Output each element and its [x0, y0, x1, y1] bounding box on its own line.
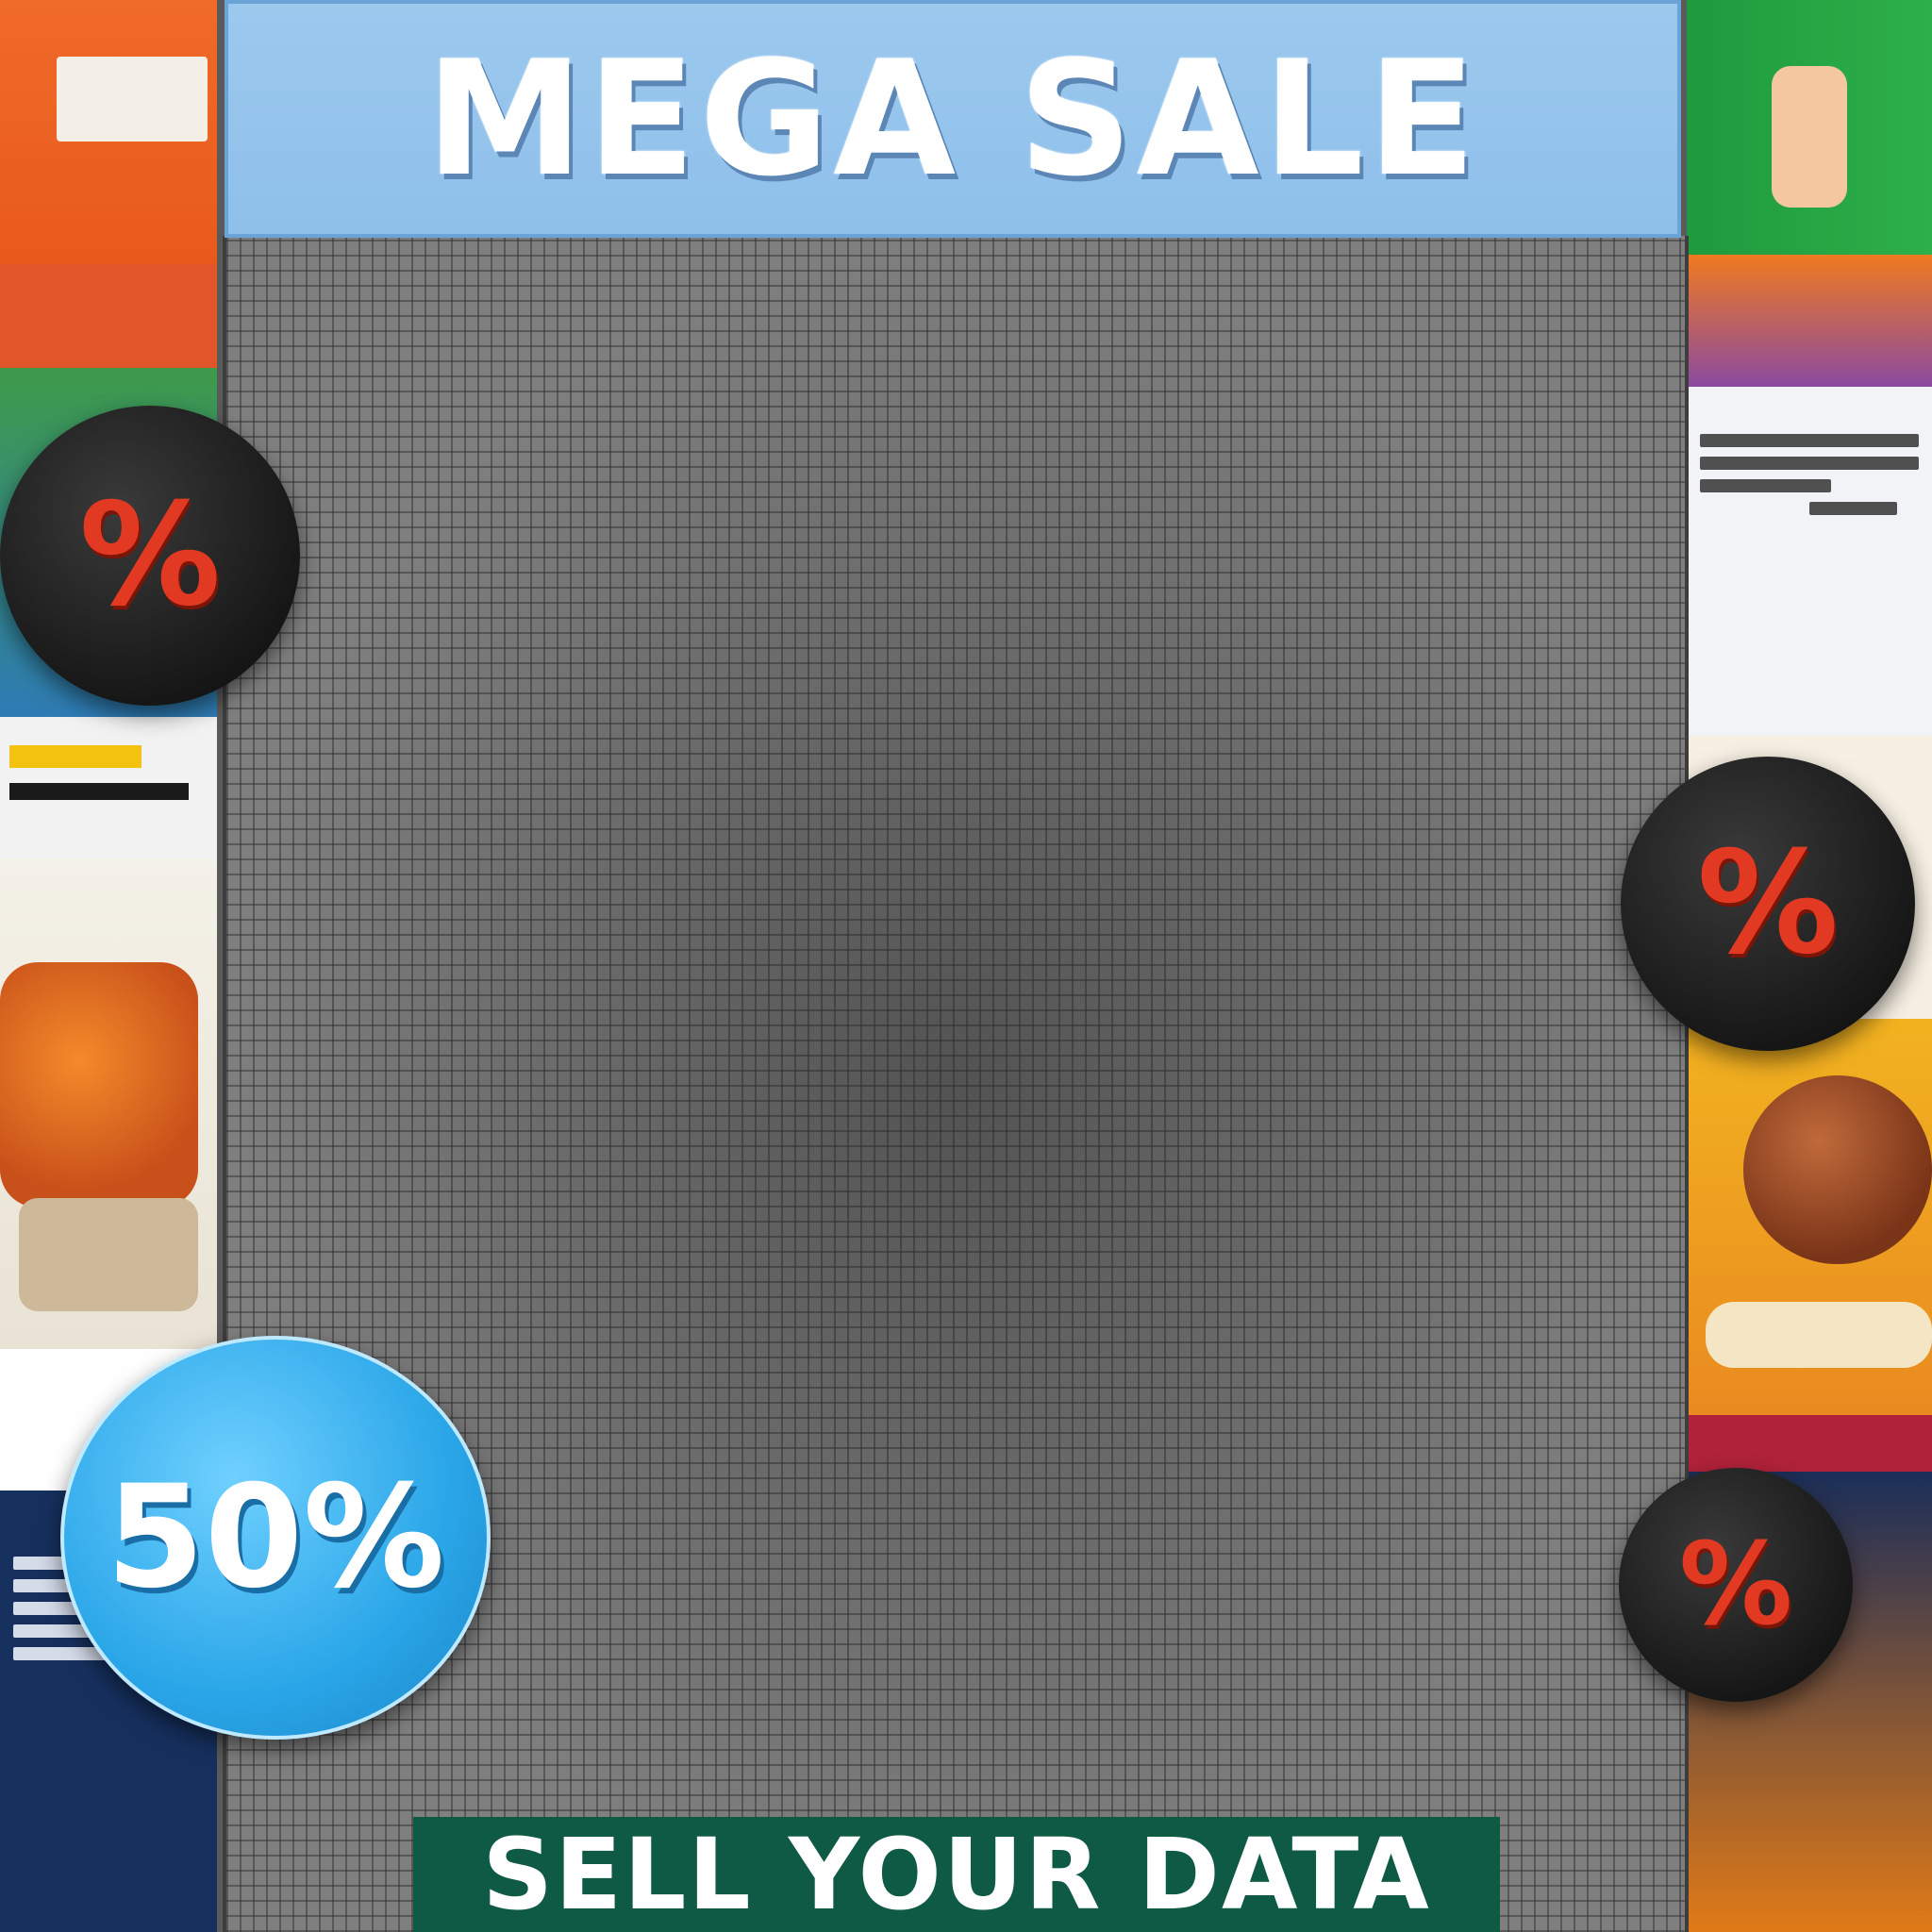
product-ad-tile [1687, 255, 1932, 387]
product-ad-tile [0, 0, 217, 264]
sell-data-banner[interactable]: SELL YOUR DATA [413, 1817, 1500, 1932]
product-ad-tile [0, 264, 217, 368]
header-banner: MEGA SALE [225, 0, 1681, 238]
percent-badge-icon: % [1619, 1468, 1853, 1702]
product-ad-tile [1687, 387, 1932, 736]
textured-placeholder-panel [223, 236, 1689, 1932]
product-ad-tile [0, 717, 217, 858]
sell-data-label: SELL YOUR DATA [482, 1817, 1431, 1932]
percent-badge-icon: % [1621, 757, 1915, 1051]
percent-sign: % [78, 474, 222, 638]
product-ad-tile [0, 858, 217, 1349]
percent-badge-icon: % [0, 406, 300, 706]
page-title: MEGA SALE [425, 26, 1480, 211]
percent-sign: % [1696, 822, 1840, 986]
discount-badge: 50% [60, 1336, 491, 1740]
percent-sign: % [1678, 1519, 1793, 1651]
product-ad-tile [1687, 1019, 1932, 1415]
discount-percent-label: 50% [106, 1456, 445, 1620]
product-ad-tile [1687, 0, 1932, 255]
product-ad-tile [1687, 1415, 1932, 1472]
